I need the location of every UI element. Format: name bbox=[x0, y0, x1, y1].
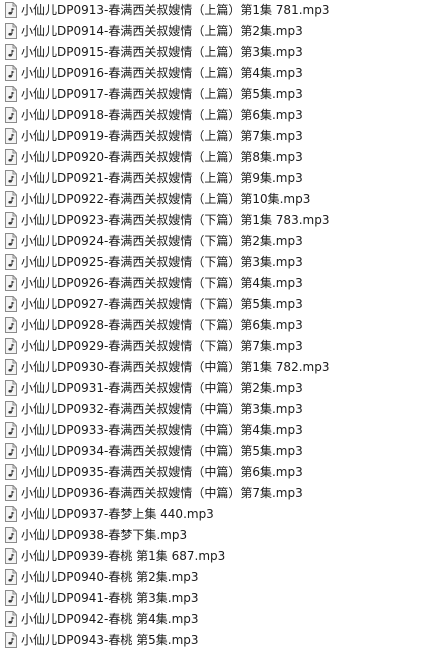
audio-file-icon bbox=[5, 23, 17, 39]
file-item[interactable]: 小仙儿DP0925-春满西关叔嫂情（下篇）第3集.mp3 bbox=[0, 252, 425, 273]
audio-file-icon bbox=[5, 296, 17, 312]
file-item[interactable]: 小仙儿DP0932-春满西关叔嫂情（中篇）第3集.mp3 bbox=[0, 399, 425, 420]
audio-file-icon bbox=[5, 212, 17, 228]
audio-file-icon bbox=[5, 107, 17, 123]
file-item[interactable]: 小仙儿DP0937-春梦上集 440.mp3 bbox=[0, 504, 425, 525]
file-name: 小仙儿DP0943-春桃 第5集.mp3 bbox=[21, 633, 199, 647]
audio-file-icon bbox=[5, 254, 17, 270]
audio-file-icon bbox=[5, 44, 17, 60]
file-name: 小仙儿DP0932-春满西关叔嫂情（中篇）第3集.mp3 bbox=[21, 402, 303, 416]
file-name: 小仙儿DP0922-春满西关叔嫂情（上篇）第10集.mp3 bbox=[21, 192, 311, 206]
audio-file-icon bbox=[5, 548, 17, 564]
file-item[interactable]: 小仙儿DP0933-春满西关叔嫂情（中篇）第4集.mp3 bbox=[0, 420, 425, 441]
file-item[interactable]: 小仙儿DP0919-春满西关叔嫂情（上篇）第7集.mp3 bbox=[0, 126, 425, 147]
file-item[interactable]: 小仙儿DP0920-春满西关叔嫂情（上篇）第8集.mp3 bbox=[0, 147, 425, 168]
file-name: 小仙儿DP0933-春满西关叔嫂情（中篇）第4集.mp3 bbox=[21, 423, 303, 437]
audio-file-icon bbox=[5, 359, 17, 375]
file-item[interactable]: 小仙儿DP0941-春桃 第3集.mp3 bbox=[0, 588, 425, 609]
audio-file-icon bbox=[5, 170, 17, 186]
file-name: 小仙儿DP0926-春满西关叔嫂情（下篇）第4集.mp3 bbox=[21, 276, 303, 290]
file-item[interactable]: 小仙儿DP0935-春满西关叔嫂情（中篇）第6集.mp3 bbox=[0, 462, 425, 483]
file-name: 小仙儿DP0917-春满西关叔嫂情（上篇）第5集.mp3 bbox=[21, 87, 303, 101]
file-name: 小仙儿DP0934-春满西关叔嫂情（中篇）第5集.mp3 bbox=[21, 444, 303, 458]
audio-file-icon bbox=[5, 2, 17, 18]
file-name: 小仙儿DP0925-春满西关叔嫂情（下篇）第3集.mp3 bbox=[21, 255, 303, 269]
file-name: 小仙儿DP0936-春满西关叔嫂情（中篇）第7集.mp3 bbox=[21, 486, 303, 500]
audio-file-icon bbox=[5, 380, 17, 396]
audio-file-icon bbox=[5, 485, 17, 501]
audio-file-icon bbox=[5, 275, 17, 291]
audio-file-icon bbox=[5, 401, 17, 417]
file-item[interactable]: 小仙儿DP0922-春满西关叔嫂情（上篇）第10集.mp3 bbox=[0, 189, 425, 210]
file-item[interactable]: 小仙儿DP0931-春满西关叔嫂情（中篇）第2集.mp3 bbox=[0, 378, 425, 399]
file-name: 小仙儿DP0931-春满西关叔嫂情（中篇）第2集.mp3 bbox=[21, 381, 303, 395]
file-name: 小仙儿DP0924-春满西关叔嫂情（下篇）第2集.mp3 bbox=[21, 234, 303, 248]
audio-file-icon bbox=[5, 569, 17, 585]
audio-file-icon bbox=[5, 317, 17, 333]
audio-file-icon bbox=[5, 86, 17, 102]
file-item[interactable]: 小仙儿DP0926-春满西关叔嫂情（下篇）第4集.mp3 bbox=[0, 273, 425, 294]
file-name: 小仙儿DP0935-春满西关叔嫂情（中篇）第6集.mp3 bbox=[21, 465, 303, 479]
audio-file-icon bbox=[5, 338, 17, 354]
audio-file-icon bbox=[5, 422, 17, 438]
file-item[interactable]: 小仙儿DP0923-春满西关叔嫂情（下篇）第1集 783.mp3 bbox=[0, 210, 425, 231]
file-name: 小仙儿DP0941-春桃 第3集.mp3 bbox=[21, 591, 199, 605]
file-name: 小仙儿DP0937-春梦上集 440.mp3 bbox=[21, 507, 214, 521]
file-item[interactable]: 小仙儿DP0917-春满西关叔嫂情（上篇）第5集.mp3 bbox=[0, 84, 425, 105]
file-name: 小仙儿DP0915-春满西关叔嫂情（上篇）第3集.mp3 bbox=[21, 45, 303, 59]
audio-file-icon bbox=[5, 233, 17, 249]
file-item[interactable]: 小仙儿DP0927-春满西关叔嫂情（下篇）第5集.mp3 bbox=[0, 294, 425, 315]
file-name: 小仙儿DP0938-春梦下集.mp3 bbox=[21, 528, 188, 542]
file-item[interactable]: 小仙儿DP0936-春满西关叔嫂情（中篇）第7集.mp3 bbox=[0, 483, 425, 504]
audio-file-icon bbox=[5, 464, 17, 480]
file-name: 小仙儿DP0918-春满西关叔嫂情（上篇）第6集.mp3 bbox=[21, 108, 303, 122]
file-name: 小仙儿DP0920-春满西关叔嫂情（上篇）第8集.mp3 bbox=[21, 150, 303, 164]
file-name: 小仙儿DP0942-春桃 第4集.mp3 bbox=[21, 612, 199, 626]
file-item[interactable]: 小仙儿DP0921-春满西关叔嫂情（上篇）第9集.mp3 bbox=[0, 168, 425, 189]
audio-file-icon bbox=[5, 128, 17, 144]
audio-file-icon bbox=[5, 506, 17, 522]
file-item[interactable]: 小仙儿DP0914-春满西关叔嫂情（上篇）第2集.mp3 bbox=[0, 21, 425, 42]
audio-file-icon bbox=[5, 632, 17, 648]
file-name: 小仙儿DP0939-春桃 第1集 687.mp3 bbox=[21, 549, 226, 563]
audio-file-icon bbox=[5, 149, 17, 165]
file-item[interactable]: 小仙儿DP0928-春满西关叔嫂情（下篇）第6集.mp3 bbox=[0, 315, 425, 336]
file-name: 小仙儿DP0928-春满西关叔嫂情（下篇）第6集.mp3 bbox=[21, 318, 303, 332]
file-item[interactable]: 小仙儿DP0915-春满西关叔嫂情（上篇）第3集.mp3 bbox=[0, 42, 425, 63]
file-name: 小仙儿DP0940-春桃 第2集.mp3 bbox=[21, 570, 199, 584]
file-item[interactable]: 小仙儿DP0943-春桃 第5集.mp3 bbox=[0, 630, 425, 651]
file-name: 小仙儿DP0923-春满西关叔嫂情（下篇）第1集 783.mp3 bbox=[21, 213, 330, 227]
file-name: 小仙儿DP0919-春满西关叔嫂情（上篇）第7集.mp3 bbox=[21, 129, 303, 143]
audio-file-icon bbox=[5, 611, 17, 627]
file-item[interactable]: 小仙儿DP0924-春满西关叔嫂情（下篇）第2集.mp3 bbox=[0, 231, 425, 252]
audio-file-icon bbox=[5, 527, 17, 543]
audio-file-icon bbox=[5, 590, 17, 606]
audio-file-icon bbox=[5, 191, 17, 207]
file-item[interactable]: 小仙儿DP0938-春梦下集.mp3 bbox=[0, 525, 425, 546]
file-item[interactable]: 小仙儿DP0916-春满西关叔嫂情（上篇）第4集.mp3 bbox=[0, 63, 425, 84]
audio-file-icon bbox=[5, 443, 17, 459]
file-name: 小仙儿DP0916-春满西关叔嫂情（上篇）第4集.mp3 bbox=[21, 66, 303, 80]
file-item[interactable]: 小仙儿DP0939-春桃 第1集 687.mp3 bbox=[0, 546, 425, 567]
file-name: 小仙儿DP0913-春满西关叔嫂情（上篇）第1集 781.mp3 bbox=[21, 3, 330, 17]
file-item[interactable]: 小仙儿DP0913-春满西关叔嫂情（上篇）第1集 781.mp3 bbox=[0, 0, 425, 21]
file-name: 小仙儿DP0914-春满西关叔嫂情（上篇）第2集.mp3 bbox=[21, 24, 303, 38]
file-name: 小仙儿DP0921-春满西关叔嫂情（上篇）第9集.mp3 bbox=[21, 171, 303, 185]
file-item[interactable]: 小仙儿DP0940-春桃 第2集.mp3 bbox=[0, 567, 425, 588]
audio-file-icon bbox=[5, 65, 17, 81]
file-item[interactable]: 小仙儿DP0929-春满西关叔嫂情（下篇）第7集.mp3 bbox=[0, 336, 425, 357]
file-item[interactable]: 小仙儿DP0934-春满西关叔嫂情（中篇）第5集.mp3 bbox=[0, 441, 425, 462]
file-item[interactable]: 小仙儿DP0930-春满西关叔嫂情（中篇）第1集 782.mp3 bbox=[0, 357, 425, 378]
file-list: 小仙儿DP0913-春满西关叔嫂情（上篇）第1集 781.mp3 小仙儿DP091… bbox=[0, 0, 425, 651]
file-item[interactable]: 小仙儿DP0918-春满西关叔嫂情（上篇）第6集.mp3 bbox=[0, 105, 425, 126]
file-name: 小仙儿DP0927-春满西关叔嫂情（下篇）第5集.mp3 bbox=[21, 297, 303, 311]
file-name: 小仙儿DP0930-春满西关叔嫂情（中篇）第1集 782.mp3 bbox=[21, 360, 330, 374]
file-item[interactable]: 小仙儿DP0942-春桃 第4集.mp3 bbox=[0, 609, 425, 630]
file-name: 小仙儿DP0929-春满西关叔嫂情（下篇）第7集.mp3 bbox=[21, 339, 303, 353]
